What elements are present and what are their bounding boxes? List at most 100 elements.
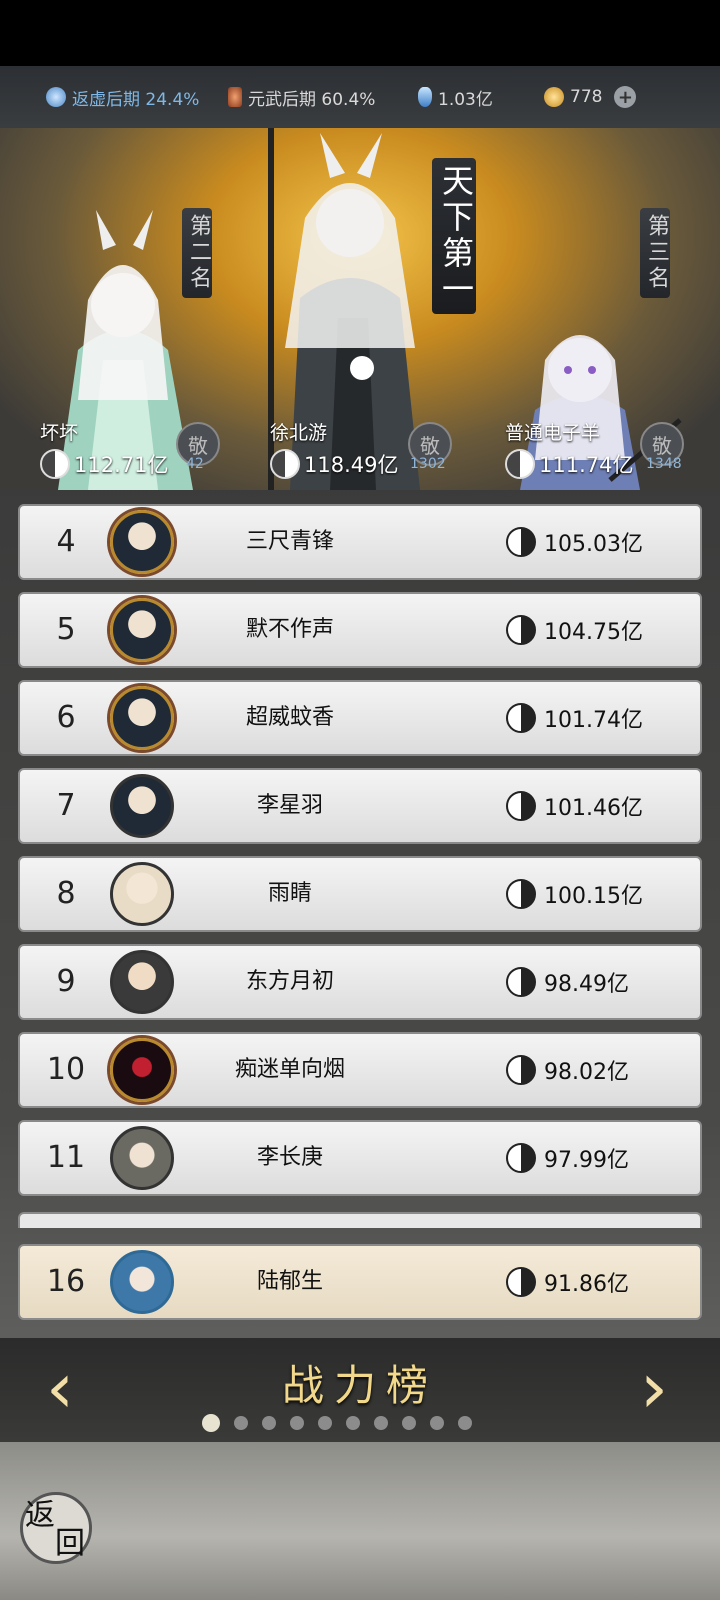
page-dot[interactable] — [402, 1416, 416, 1430]
yin-yang-icon — [506, 703, 536, 733]
yin-yang-icon — [506, 1055, 536, 1085]
ranking-row-partial[interactable] — [18, 1212, 702, 1228]
yin-yang-icon — [506, 791, 536, 821]
player-name: 雨睛 — [267, 881, 312, 906]
power-value: 98.02亿 — [544, 1060, 629, 1085]
ranking-row[interactable]: 7 李星羽 101.46亿 — [18, 768, 702, 844]
page-dot[interactable] — [346, 1416, 360, 1430]
rank-number: 10 — [46, 1052, 86, 1087]
page-dot[interactable] — [318, 1416, 332, 1430]
power-value-third: 111.74亿 — [539, 453, 634, 477]
player-power: 98.02亿 — [506, 1034, 629, 1106]
ranking-row[interactable]: 4 三尺青锋 105.03亿 — [18, 504, 702, 580]
player-power: 101.74亿 — [506, 682, 643, 754]
player-power: 91.86亿 — [506, 1246, 629, 1318]
power-value: 101.46亿 — [544, 796, 643, 821]
avatar[interactable] — [110, 950, 174, 1014]
realm-progress-1-text: 返虚后期 24.4% — [72, 89, 200, 110]
yin-yang-icon — [506, 1143, 536, 1173]
power-value: 101.74亿 — [544, 708, 643, 733]
avatar[interactable] — [110, 686, 174, 750]
rank-banner-first: 天下第一 — [432, 158, 476, 314]
player-name-first: 徐北游 — [270, 422, 328, 444]
ranking-row[interactable]: 6 超威蚊香 101.74亿 — [18, 680, 702, 756]
page-dot[interactable] — [234, 1416, 248, 1430]
player-name: 默不作声 — [245, 617, 334, 642]
yin-yang-icon — [506, 1267, 536, 1297]
player-power: 98.49亿 — [506, 946, 629, 1018]
resource-bar: 返虚后期 24.4% 元武后期 60.4% 1.03亿 778 + — [0, 66, 720, 128]
page-dot[interactable] — [430, 1416, 444, 1430]
avatar[interactable] — [110, 510, 174, 574]
ranking-row[interactable]: 10 痴迷单向烟 98.02亿 — [18, 1032, 702, 1108]
power-value: 105.03亿 — [544, 532, 643, 557]
ranking-row[interactable]: 9 东方月初 98.49亿 — [18, 944, 702, 1020]
player-name: 东方月初 — [245, 969, 334, 994]
power-value: 98.49亿 — [544, 972, 629, 997]
rank-banner-second: 第二名 — [182, 208, 212, 298]
yin-yang-icon — [270, 449, 300, 479]
spirit-stone-value: 1.03亿 — [438, 89, 493, 110]
rank-number: 5 — [56, 612, 76, 647]
respect-count-first: 1302 — [410, 456, 446, 472]
realm-progress-2: 元武后期 60.4% — [228, 85, 375, 110]
realm-swirl-icon — [46, 87, 66, 107]
page-dot[interactable] — [374, 1416, 388, 1430]
power-second: 112.71亿 — [40, 449, 168, 479]
podium-info-second: 坏坏 112.71亿 — [40, 418, 168, 479]
prev-board-button[interactable]: ‹ — [38, 1352, 82, 1424]
leaderboard-switcher: ‹ 战力榜 › — [0, 1338, 720, 1442]
rank-number: 11 — [46, 1140, 86, 1175]
back-button[interactable]: 返 回 — [20, 1492, 92, 1564]
rank-number: 4 — [56, 524, 76, 559]
power-value-second: 112.71亿 — [74, 453, 169, 477]
avatar[interactable] — [110, 862, 174, 926]
yin-yang-icon — [506, 879, 536, 909]
avatar[interactable] — [110, 1250, 174, 1314]
yin-yang-icon — [505, 449, 535, 479]
rank-banner-third: 第三名 — [640, 208, 670, 298]
power-third: 111.74亿 — [505, 449, 633, 479]
top-three-podium: 第二名 天下第一 第三名 坏坏 112.71亿 敬 42 徐北游 118.49亿… — [0, 128, 720, 490]
power-value: 91.86亿 — [544, 1272, 629, 1297]
avatar[interactable] — [110, 1126, 174, 1190]
spirit-stone-counter: 1.03亿 — [418, 85, 493, 110]
page-dot[interactable] — [458, 1416, 472, 1430]
self-ranking-row[interactable]: 16 陆郁生 91.86亿 — [18, 1244, 702, 1320]
power-value-first: 118.49亿 — [304, 453, 399, 477]
page-dot[interactable] — [202, 1414, 220, 1432]
coin-swirl-icon — [544, 87, 564, 107]
avatar[interactable] — [110, 598, 174, 662]
respect-count-second: 42 — [186, 456, 204, 472]
player-name: 陆郁生 — [256, 1269, 323, 1294]
power-first: 118.49亿 — [270, 449, 398, 479]
podium-info-first: 徐北游 118.49亿 — [270, 418, 398, 479]
next-board-button[interactable]: › — [632, 1352, 676, 1424]
page-indicator — [202, 1414, 472, 1432]
player-power: 100.15亿 — [506, 858, 643, 930]
player-name: 李星羽 — [256, 793, 323, 818]
footer-landscape — [0, 1442, 720, 1600]
power-value: 100.15亿 — [544, 884, 643, 909]
page-dot[interactable] — [290, 1416, 304, 1430]
yin-yang-icon — [506, 967, 536, 997]
yin-yang-icon — [40, 449, 70, 479]
coin-counter: 778 + — [544, 86, 637, 108]
power-value: 104.75亿 — [544, 620, 643, 645]
player-name: 李长庚 — [256, 1145, 323, 1170]
avatar[interactable] — [110, 774, 174, 838]
coin-value: 778 — [570, 87, 603, 107]
ranking-row[interactable]: 11 李长庚 97.99亿 — [18, 1120, 702, 1196]
yin-yang-icon — [506, 527, 536, 557]
rank-number: 7 — [56, 788, 76, 823]
ranking-row[interactable]: 8 雨睛 100.15亿 — [18, 856, 702, 932]
add-coins-button[interactable]: + — [614, 86, 637, 108]
player-power: 105.03亿 — [506, 506, 643, 578]
player-power: 101.46亿 — [506, 770, 643, 842]
board-title: 战力榜 — [281, 1361, 438, 1410]
ranking-row[interactable]: 5 默不作声 104.75亿 — [18, 592, 702, 668]
power-value: 97.99亿 — [544, 1148, 629, 1173]
page-dot[interactable] — [262, 1416, 276, 1430]
podium-info-third: 普通电子羊 111.74亿 — [505, 418, 633, 479]
avatar[interactable] — [110, 1038, 174, 1102]
